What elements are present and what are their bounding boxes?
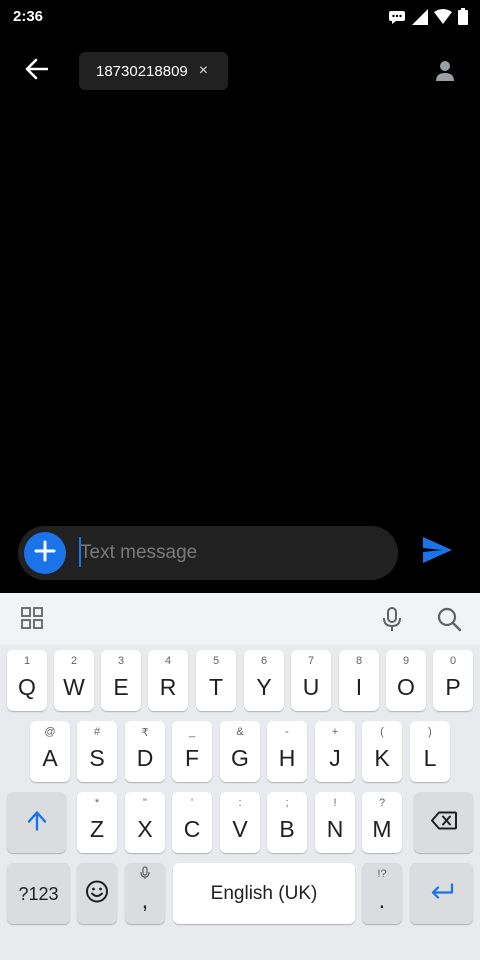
space-key[interactable]: English (UK) xyxy=(173,863,355,924)
key-l[interactable]: ) L xyxy=(410,721,450,782)
on-screen-keyboard: 1Q 2W 3E 4R 5T 6Y 7U 8I 9O 0P @ A # S ₹ D _… xyxy=(0,593,480,960)
comma-key[interactable]: , xyxy=(125,863,165,924)
recipient-chip[interactable]: 18730218809 × xyxy=(79,52,228,90)
key-k[interactable]: (K xyxy=(362,721,402,782)
shift-arrow-icon xyxy=(26,809,48,836)
battery-icon xyxy=(458,8,468,25)
message-notification-icon xyxy=(388,10,406,24)
arrow-left-icon xyxy=(24,58,49,85)
message-composer xyxy=(18,526,398,580)
key-q[interactable]: 1Q xyxy=(7,650,47,711)
key-b[interactable]: ; B xyxy=(267,792,307,853)
emoji-key[interactable] xyxy=(77,863,117,924)
key-a[interactable]: @ A xyxy=(30,721,70,782)
symbols-key[interactable]: ?123 xyxy=(7,863,70,924)
mic-icon xyxy=(125,866,165,883)
key-t[interactable]: 5T xyxy=(196,650,236,711)
enter-key[interactable] xyxy=(410,863,473,924)
contacts-button[interactable] xyxy=(432,58,458,84)
status-time: 2:36 xyxy=(13,8,44,25)
key-z[interactable]: * Z xyxy=(77,792,117,853)
key-n[interactable]: ! N xyxy=(315,792,355,853)
shift-key[interactable] xyxy=(7,792,66,853)
plus-icon xyxy=(33,539,57,568)
key-f[interactable]: _ F xyxy=(172,721,212,782)
recipient-number: 18730218809 xyxy=(96,62,188,80)
key-d[interactable]: ₹ D xyxy=(125,721,165,782)
key-s[interactable]: # S xyxy=(77,721,117,782)
key-r[interactable]: 4R xyxy=(148,650,188,711)
conversation-header: 18730218809 × xyxy=(0,34,480,108)
key-h[interactable]: -H xyxy=(267,721,307,782)
add-attachment-button[interactable] xyxy=(24,532,66,574)
key-e[interactable]: 3E xyxy=(101,650,141,711)
person-icon xyxy=(432,61,458,88)
key-m[interactable]: ? M xyxy=(362,792,402,853)
key-p[interactable]: 0P xyxy=(433,650,473,711)
remove-recipient-icon[interactable]: × xyxy=(199,63,208,79)
key-w[interactable]: 2W xyxy=(54,650,94,711)
grid-icon[interactable] xyxy=(20,606,46,632)
key-u[interactable]: 7U xyxy=(291,650,331,711)
message-input[interactable] xyxy=(80,536,380,570)
signal-icon xyxy=(412,8,428,25)
key-i[interactable]: 8I xyxy=(339,650,379,711)
key-c[interactable]: ' C xyxy=(172,792,212,853)
smiley-icon xyxy=(85,879,109,908)
send-button[interactable] xyxy=(420,535,458,571)
status-icons xyxy=(388,8,468,25)
return-arrow-icon xyxy=(429,881,455,906)
key-y[interactable]: 6Y xyxy=(244,650,284,711)
text-cursor xyxy=(79,537,81,567)
key-g[interactable]: & G xyxy=(220,721,260,782)
key-o[interactable]: 9O xyxy=(386,650,426,711)
key-j[interactable]: + J xyxy=(315,721,355,782)
backspace-icon xyxy=(430,810,458,835)
key-v[interactable]: :V xyxy=(220,792,260,853)
back-button[interactable] xyxy=(14,54,58,88)
search-icon[interactable] xyxy=(436,606,462,632)
wifi-icon xyxy=(434,9,452,24)
mic-icon[interactable] xyxy=(380,606,406,632)
period-key[interactable]: !?. xyxy=(362,863,402,924)
send-icon xyxy=(420,537,454,569)
key-x[interactable]: " X xyxy=(125,792,165,853)
backspace-key[interactable] xyxy=(414,792,473,853)
keyboard-toolbar xyxy=(0,593,480,645)
status-bar: 2:36 xyxy=(0,0,480,34)
